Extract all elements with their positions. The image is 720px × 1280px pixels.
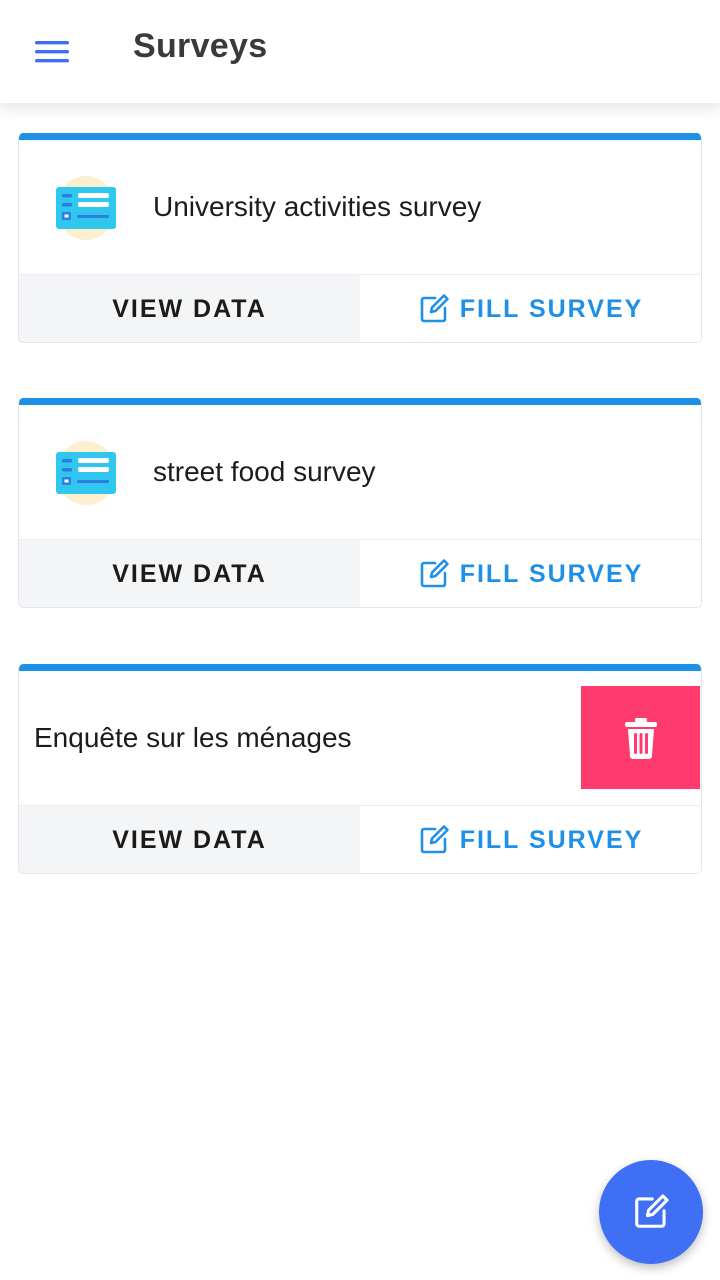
view-data-label: VIEW DATA: [112, 294, 267, 323]
fill-survey-button[interactable]: FILL SURVEY: [360, 275, 701, 342]
edit-icon: [420, 294, 449, 323]
edit-icon: [420, 559, 449, 588]
delete-button[interactable]: [581, 686, 700, 789]
form-icon: [56, 441, 116, 505]
survey-card: University activities survey VIEW DATA F…: [18, 133, 702, 343]
card-actions: VIEW DATA FILL SURVEY: [19, 539, 701, 607]
card-actions: VIEW DATA FILL SURVEY: [19, 805, 701, 873]
view-data-label: VIEW DATA: [112, 559, 267, 588]
form-icon: [56, 176, 116, 240]
survey-title: Enquête sur les ménages: [34, 722, 352, 753]
view-data-button[interactable]: VIEW DATA: [19, 806, 360, 873]
fill-survey-label: FILL SURVEY: [459, 294, 644, 323]
view-data-button[interactable]: VIEW DATA: [19, 540, 360, 607]
fill-survey-button[interactable]: FILL SURVEY: [360, 806, 701, 873]
view-data-label: VIEW DATA: [112, 825, 267, 854]
card-body[interactable]: Enquête sur les ménages: [19, 671, 701, 805]
hamburger-menu-icon: [35, 41, 69, 63]
new-survey-edit-icon: [635, 1194, 669, 1228]
card-actions: VIEW DATA FILL SURVEY: [19, 274, 701, 342]
card-body[interactable]: street food survey: [19, 405, 701, 539]
app-screen: Surveys University activities survey VIE…: [0, 0, 720, 1280]
survey-card: Enquête sur les ménages VIEW DATA FILL S…: [18, 664, 702, 874]
survey-card: street food survey VIEW DATA FILL SURVEY: [18, 398, 702, 608]
menu-button[interactable]: [22, 24, 82, 80]
edit-icon: [420, 825, 449, 854]
card-body[interactable]: University activities survey: [19, 140, 701, 274]
app-header: Surveys: [0, 0, 720, 103]
survey-title: street food survey: [153, 456, 376, 487]
view-data-button[interactable]: VIEW DATA: [19, 275, 360, 342]
trash-icon: [624, 717, 657, 759]
card-accent-bar: [19, 398, 701, 405]
fill-survey-button[interactable]: FILL SURVEY: [360, 540, 701, 607]
card-accent-bar: [19, 133, 701, 140]
fill-survey-label: FILL SURVEY: [459, 559, 644, 588]
fill-survey-label: FILL SURVEY: [459, 825, 644, 854]
new-survey-fab[interactable]: [599, 1160, 703, 1264]
page-title: Surveys: [133, 27, 268, 65]
survey-title: University activities survey: [153, 191, 482, 222]
card-accent-bar: [19, 664, 701, 671]
